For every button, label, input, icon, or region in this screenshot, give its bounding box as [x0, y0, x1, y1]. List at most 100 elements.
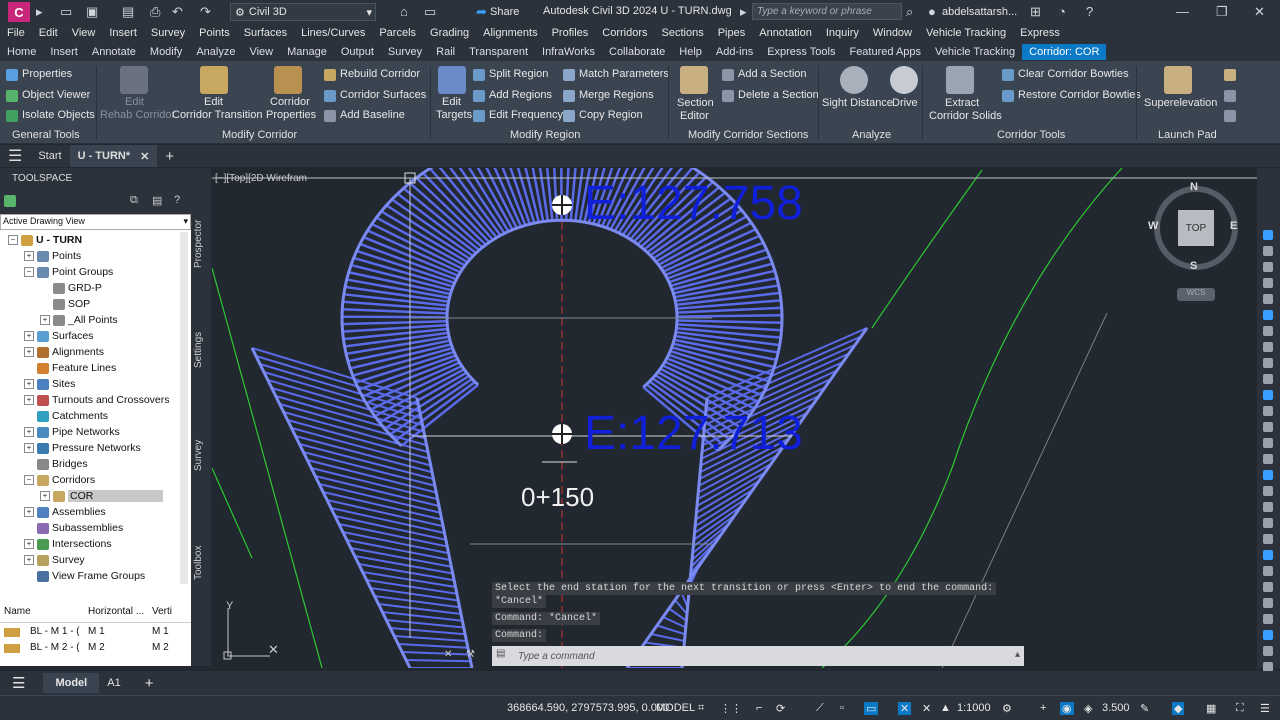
add-baseline-button[interactable]: Add Baseline — [340, 109, 405, 121]
expand-icon[interactable]: + — [40, 315, 50, 325]
menu-pipes[interactable]: Pipes — [718, 27, 746, 39]
menu-points[interactable]: Points — [199, 27, 230, 39]
fullscreen-icon[interactable]: ⛶ — [1236, 702, 1244, 715]
open-file-icon[interactable]: ▭ — [60, 4, 72, 20]
compass-north[interactable]: N — [1190, 181, 1198, 193]
plus-icon[interactable]: + — [1040, 702, 1046, 714]
annotation-visibility-icon[interactable]: ✕ — [922, 702, 931, 715]
help-icon[interactable]: ? — [174, 194, 180, 206]
isolate-icon[interactable]: ◉ — [1060, 702, 1074, 715]
tree-item[interactable]: + _All Points — [40, 312, 118, 328]
clear-corridor-bowties-button[interactable]: Clear Corridor Bowties — [1018, 68, 1129, 80]
nav-tool-icon[interactable] — [1263, 454, 1273, 464]
extract-label[interactable]: Extract — [945, 97, 979, 109]
tree-item[interactable]: + Survey — [24, 552, 85, 568]
account-icon[interactable]: ◔ — [1058, 4, 1066, 19]
share-icon[interactable]: ➦ — [476, 4, 487, 20]
isolate-objects-button[interactable]: Isolate Objects — [22, 109, 95, 121]
tree-item[interactable]: Bridges — [24, 456, 88, 472]
expand-icon[interactable]: + — [24, 539, 34, 549]
toolspace-header[interactable]: TOOLSPACE — [0, 168, 191, 190]
extract-corridor-solids-button[interactable]: Corridor Solids — [929, 110, 1002, 122]
nav-tool-icon[interactable] — [1263, 422, 1273, 432]
menu-survey[interactable]: Survey — [151, 27, 185, 39]
collapse-icon[interactable]: − — [8, 235, 18, 245]
copy-region-button[interactable]: Copy Region — [579, 109, 643, 121]
modify-corridor-title[interactable]: Modify Corridor — [222, 129, 297, 141]
menu-profiles[interactable]: Profiles — [552, 27, 589, 39]
close-icon[interactable]: ✕ — [1254, 4, 1265, 20]
nav-tool-icon[interactable] — [1263, 278, 1273, 288]
share-cloud-icon[interactable]: ⌂ — [400, 4, 408, 19]
compass-south[interactable]: S — [1190, 260, 1197, 272]
annotation-scale[interactable]: 1:1000 — [957, 702, 991, 714]
start-tab[interactable]: Start — [30, 150, 69, 162]
user-icon[interactable]: ● — [928, 4, 936, 19]
tab-analyze[interactable]: Analyze — [189, 44, 242, 60]
tab-featured-apps[interactable]: Featured Apps — [842, 44, 928, 60]
nav-tool-icon[interactable] — [1263, 550, 1273, 560]
nav-tool-icon[interactable] — [1263, 518, 1273, 528]
corridor-surfaces-button[interactable]: Corridor Surfaces — [340, 89, 426, 101]
tab-help[interactable]: Help — [672, 44, 709, 60]
grid-cell[interactable]: M 1 — [152, 626, 169, 637]
menu-lines-curves[interactable]: Lines/Curves — [301, 27, 365, 39]
chevron-right-icon[interactable]: ▸ — [740, 4, 747, 20]
vtab-prospector[interactable]: Prospector — [193, 220, 204, 268]
edit-targets-label[interactable]: Edit — [442, 96, 461, 108]
match-parameters-button[interactable]: Match Parameters — [579, 68, 669, 80]
grid-cell[interactable]: M 2 — [88, 642, 105, 653]
rectangle-icon[interactable]: ▭ — [424, 4, 436, 20]
command-input[interactable]: Type a command — [518, 651, 595, 662]
tree-scrollbar[interactable] — [180, 232, 188, 584]
edit-rehab-label[interactable]: Edit — [125, 96, 144, 108]
tree-item[interactable]: + Points — [24, 248, 81, 264]
tree-item[interactable]: Subassemblies — [24, 520, 123, 536]
save-icon[interactable]: ▣ — [86, 4, 98, 20]
add-regions-button[interactable]: Add Regions — [489, 89, 552, 101]
command-history-icon[interactable]: ▤ — [496, 648, 505, 659]
tree-item[interactable]: + COR — [40, 488, 164, 504]
tag-icon[interactable]: ◆ — [1172, 702, 1185, 715]
edit-transition-label[interactable]: Edit — [204, 96, 223, 108]
viewport-controls[interactable]: [−][Top][2D Wirefram — [215, 173, 307, 184]
menu-alignments[interactable]: Alignments — [483, 27, 537, 39]
chevron-up-icon[interactable]: ▴ — [1015, 649, 1020, 660]
nav-tool-icon[interactable] — [1263, 438, 1273, 448]
snap-icon[interactable]: ⋮⋮ — [720, 702, 742, 715]
tree-item[interactable]: − Point Groups — [24, 264, 113, 280]
drive-button[interactable]: Drive — [892, 97, 918, 109]
nav-tool-icon[interactable] — [1263, 374, 1273, 384]
wcs-menu[interactable]: WCS — [1177, 288, 1215, 301]
new-tab-icon[interactable]: + — [157, 148, 182, 165]
model-tab[interactable]: Model — [43, 673, 100, 693]
undo-icon[interactable]: ↶ — [172, 4, 183, 20]
pen-icon[interactable]: ✎ — [1140, 702, 1149, 715]
restore-icon[interactable]: ❐ — [1216, 4, 1228, 20]
launch-tool-3-icon[interactable] — [1224, 110, 1236, 122]
launch-tool-1-icon[interactable] — [1224, 69, 1236, 81]
nav-tool-icon[interactable] — [1263, 502, 1273, 512]
grid-cell[interactable]: BL - M 2 - ( — [30, 642, 80, 653]
compass-west[interactable]: W — [1148, 220, 1158, 232]
compass-east[interactable]: E — [1230, 220, 1237, 232]
tab-modify[interactable]: Modify — [143, 44, 189, 60]
menu-window[interactable]: Window — [873, 27, 912, 39]
vtab-survey[interactable]: Survey — [193, 440, 204, 471]
expand-icon[interactable]: + — [24, 379, 34, 389]
tree-item[interactable]: + Pressure Networks — [24, 440, 141, 456]
list-icon[interactable]: ▤ — [152, 194, 162, 207]
layer-icon[interactable]: ◈ — [1084, 702, 1092, 715]
save-as-icon[interactable]: ▤ — [122, 4, 134, 20]
menu-express[interactable]: Express — [1020, 27, 1060, 39]
rehab-corridor-button[interactable]: Rehab Corridor — [100, 109, 175, 121]
grid-icon[interactable]: ⌗ — [698, 702, 704, 715]
nav-tool-icon[interactable] — [1263, 582, 1273, 592]
modify-region-title[interactable]: Modify Region — [510, 129, 580, 141]
close-command-icon[interactable]: ✕ — [444, 649, 452, 660]
nav-tool-icon[interactable] — [1263, 566, 1273, 576]
general-tools-title[interactable]: General Tools — [12, 129, 80, 141]
new-file-icon[interactable]: ▸ — [36, 4, 43, 20]
tab-vehicle-tracking[interactable]: Vehicle Tracking — [928, 44, 1022, 60]
nav-tool-icon[interactable] — [1263, 310, 1273, 320]
